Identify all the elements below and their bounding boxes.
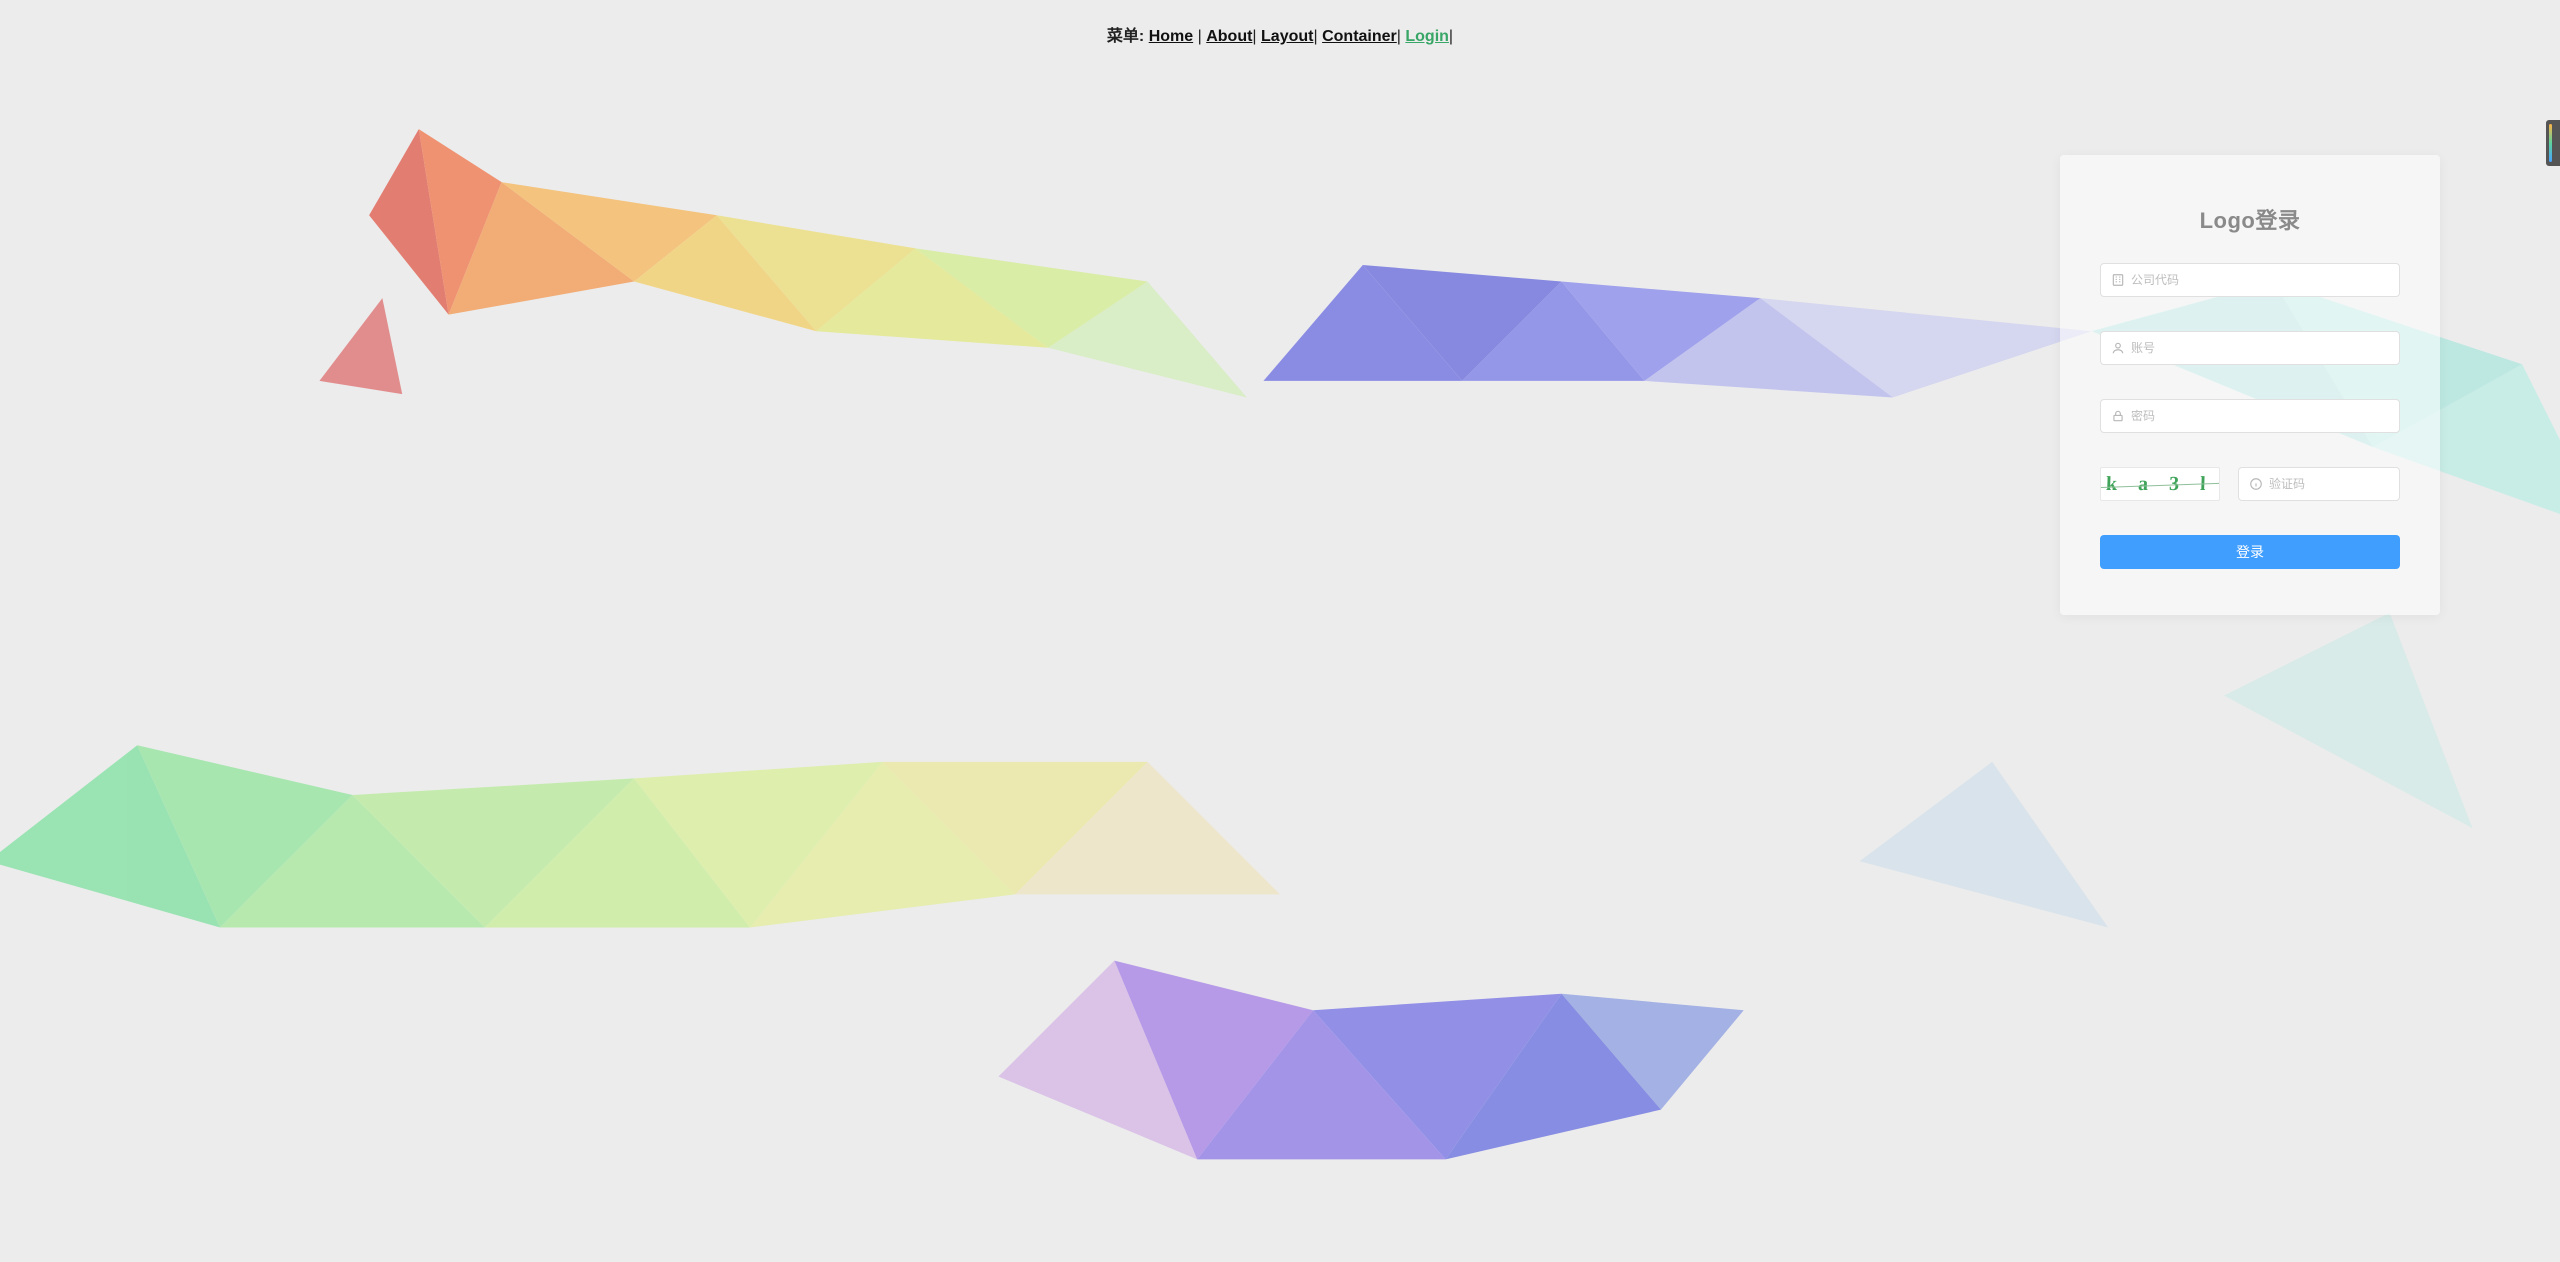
account-input-wrap[interactable]	[2100, 331, 2400, 365]
menu-link-layout[interactable]: Layout	[1261, 28, 1313, 45]
login-button[interactable]: 登录	[2100, 535, 2400, 569]
menu-separator: |	[1198, 28, 1207, 45]
company-code-group	[2100, 263, 2400, 297]
menu-label: 菜单:	[1107, 28, 1144, 45]
company-code-input[interactable]	[2131, 264, 2389, 296]
menu-link-login[interactable]: Login	[1405, 28, 1449, 45]
devtools-tab[interactable]	[2546, 120, 2560, 166]
password-input[interactable]	[2131, 400, 2389, 432]
building-icon	[2111, 273, 2125, 287]
menu-link-about[interactable]: About	[1206, 28, 1252, 45]
lock-icon	[2111, 409, 2125, 423]
menu-separator: |	[1449, 28, 1453, 45]
account-input[interactable]	[2131, 332, 2389, 364]
user-icon	[2111, 341, 2125, 355]
captcha-input[interactable]	[2269, 468, 2389, 500]
login-card: Logo登录 k a 3 l	[2060, 155, 2440, 615]
account-group	[2100, 331, 2400, 365]
menu-link-container[interactable]: Container	[1322, 28, 1397, 45]
captcha-group: k a 3 l	[2100, 467, 2400, 501]
login-title: Logo登录	[2100, 203, 2400, 235]
captcha-image[interactable]: k a 3 l	[2100, 467, 2220, 501]
password-group	[2100, 399, 2400, 433]
menu-separator: |	[1313, 28, 1322, 45]
captcha-input-wrap[interactable]	[2238, 467, 2400, 501]
menu-separator: |	[1252, 28, 1261, 45]
info-icon	[2249, 477, 2263, 491]
submit-group: 登录	[2100, 535, 2400, 569]
password-input-wrap[interactable]	[2100, 399, 2400, 433]
company-code-input-wrap[interactable]	[2100, 263, 2400, 297]
top-menu: 菜单: Home | About| Layout| Container| Log…	[0, 0, 2560, 46]
menu-link-home[interactable]: Home	[1149, 28, 1193, 45]
captcha-image-text: k a 3 l	[2106, 473, 2214, 496]
